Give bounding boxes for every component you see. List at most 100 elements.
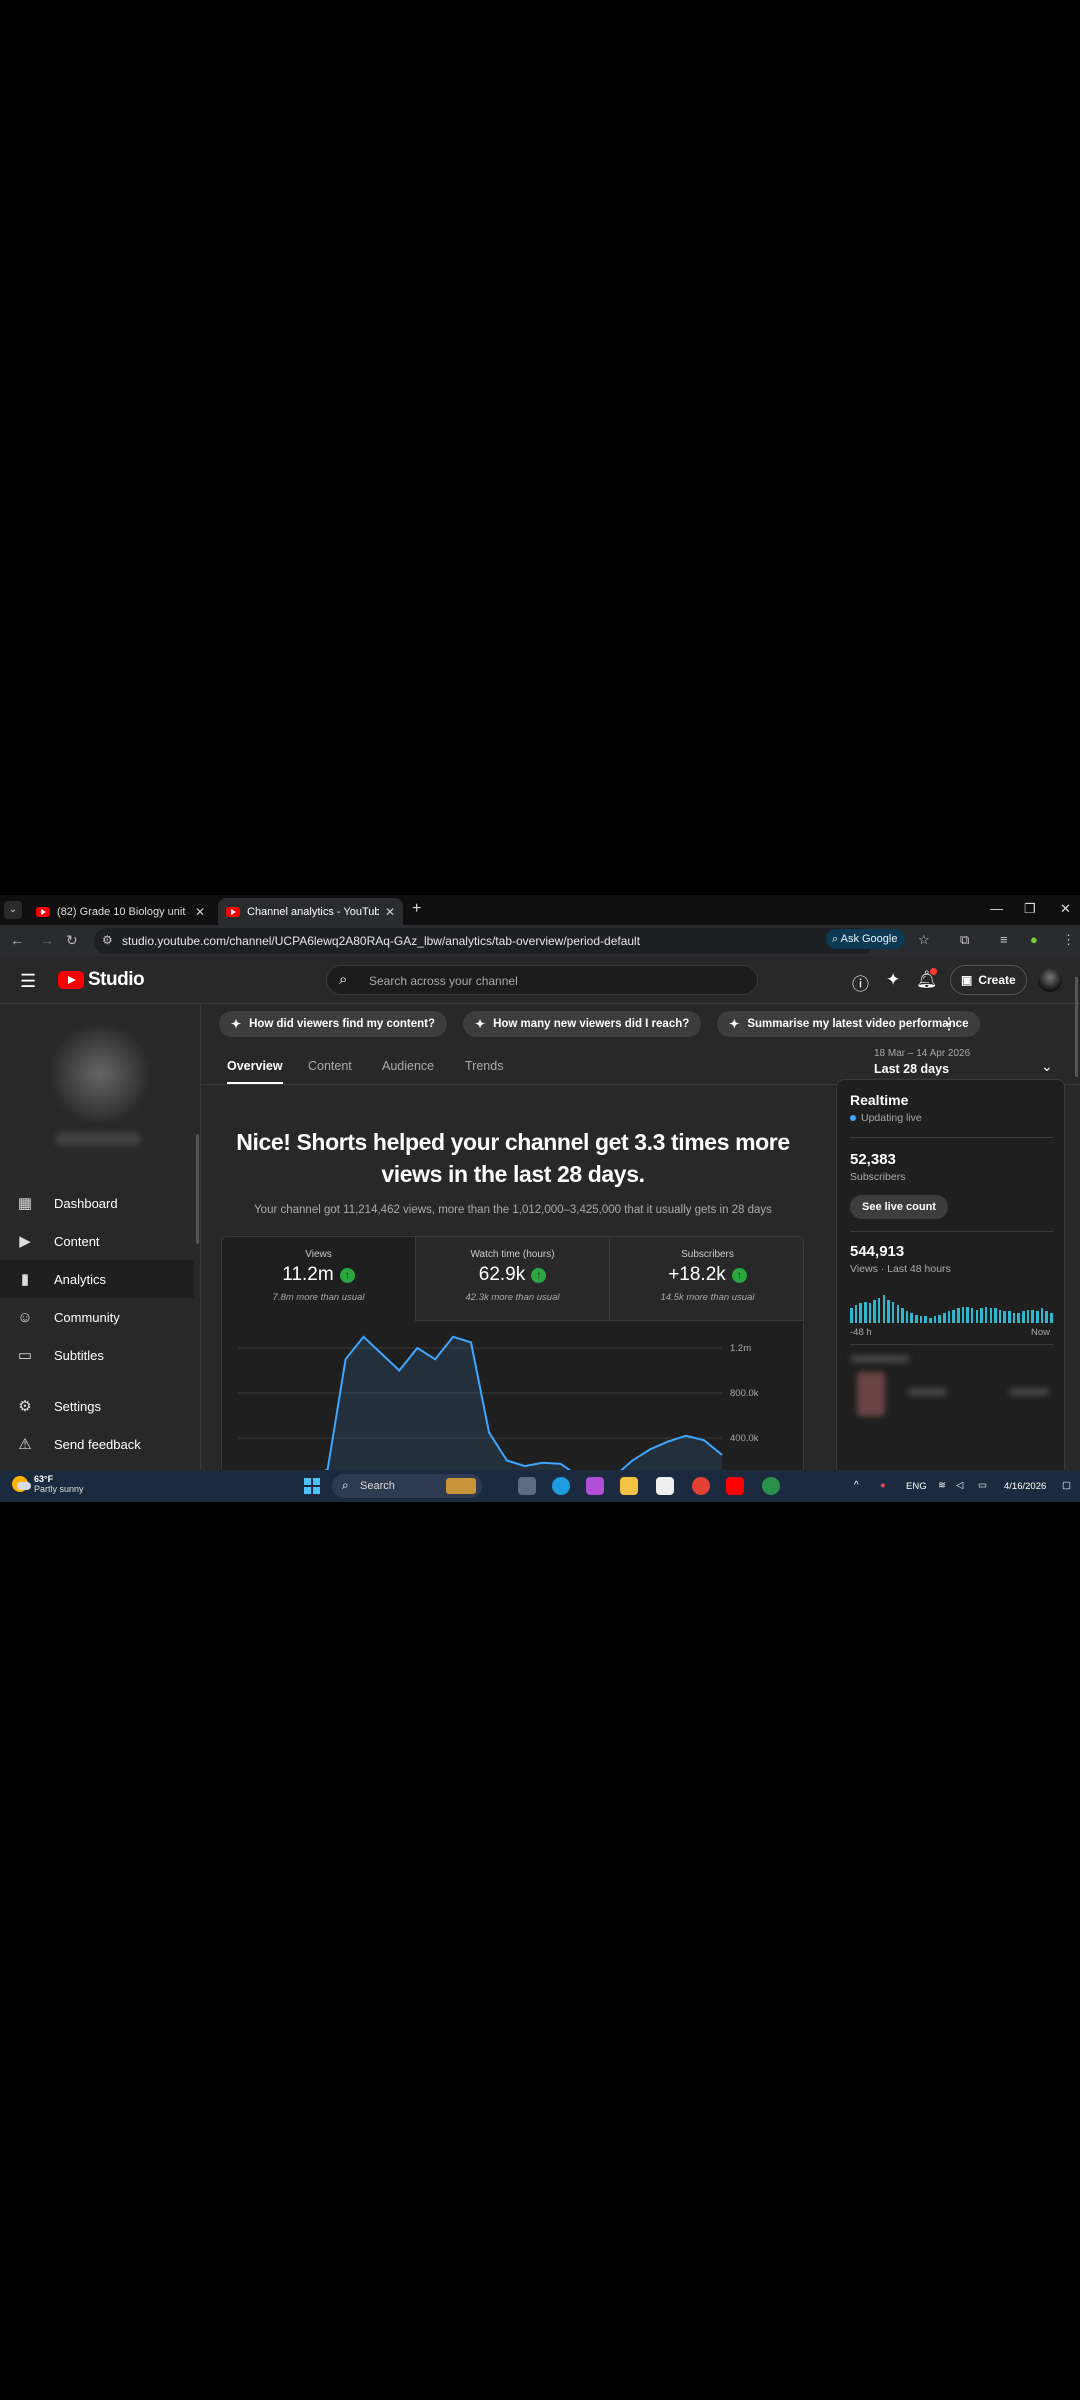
taskbar-date[interactable]: 4/16/2026 bbox=[1004, 1481, 1046, 1492]
tab-trends[interactable]: Trends bbox=[465, 1059, 503, 1082]
browser-tab-1[interactable]: (82) Grade 10 Biology unit 4, Cl ✕ bbox=[28, 898, 213, 925]
channel-avatar[interactable] bbox=[52, 1026, 148, 1122]
realtime-bar[interactable] bbox=[877, 1298, 881, 1323]
realtime-bar[interactable] bbox=[966, 1306, 969, 1323]
metric-watch-time[interactable]: Watch time (hours) 62.9k ↑ 42.3k more tha… bbox=[416, 1237, 610, 1321]
realtime-bar[interactable] bbox=[1045, 1311, 1048, 1323]
realtime-bar[interactable] bbox=[956, 1308, 960, 1323]
video-thumbnail[interactable] bbox=[857, 1372, 885, 1416]
realtime-bar[interactable] bbox=[980, 1308, 983, 1323]
bookmark-star-icon[interactable]: ☆ bbox=[918, 932, 930, 948]
taskbar-search[interactable]: ⌕ Search bbox=[332, 1474, 482, 1498]
realtime-bar[interactable] bbox=[970, 1308, 974, 1323]
minimize-icon[interactable]: — bbox=[990, 901, 1003, 916]
tab-audience[interactable]: Audience bbox=[382, 1059, 434, 1082]
windows-start-icon[interactable] bbox=[304, 1478, 320, 1494]
copilot-icon[interactable] bbox=[586, 1477, 604, 1495]
language-indicator[interactable]: ENG bbox=[906, 1481, 927, 1492]
realtime-bar[interactable] bbox=[915, 1314, 918, 1323]
realtime-bar[interactable] bbox=[1022, 1311, 1025, 1323]
realtime-bar[interactable] bbox=[1026, 1309, 1030, 1323]
browser-menu-icon[interactable]: ⋮ bbox=[1062, 932, 1075, 948]
realtime-bar[interactable] bbox=[873, 1299, 876, 1323]
notification-center-icon[interactable]: ▢ bbox=[1062, 1480, 1071, 1491]
realtime-bar[interactable] bbox=[952, 1309, 955, 1323]
forward-icon[interactable]: → bbox=[40, 932, 54, 948]
realtime-bar[interactable] bbox=[947, 1311, 951, 1323]
realtime-bar[interactable] bbox=[1031, 1309, 1034, 1323]
realtime-bar-chart[interactable] bbox=[850, 1295, 1055, 1323]
realtime-bar[interactable] bbox=[924, 1316, 927, 1323]
task-view-icon[interactable] bbox=[518, 1477, 536, 1495]
more-options-icon[interactable]: ⋮ bbox=[941, 1014, 957, 1034]
sparkle-icon[interactable]: ✦ bbox=[886, 970, 900, 990]
realtime-bar[interactable] bbox=[933, 1316, 937, 1323]
help-icon[interactable]: ⓘ bbox=[852, 970, 869, 995]
page-scrollbar[interactable] bbox=[1075, 977, 1078, 1077]
realtime-bar[interactable] bbox=[891, 1301, 895, 1323]
realtime-bar[interactable] bbox=[998, 1309, 1002, 1323]
sidebar-item-send-feedback[interactable]: ⚠ Send feedback bbox=[0, 1425, 194, 1463]
realtime-bar[interactable] bbox=[943, 1313, 946, 1323]
back-icon[interactable]: ← bbox=[10, 932, 24, 948]
realtime-bar[interactable] bbox=[994, 1308, 997, 1323]
see-live-count-button[interactable]: See live count bbox=[850, 1195, 948, 1219]
media-icon[interactable]: ≡ bbox=[1000, 932, 1008, 947]
realtime-bar[interactable] bbox=[887, 1299, 890, 1323]
realtime-bar[interactable] bbox=[854, 1304, 858, 1323]
realtime-bar[interactable] bbox=[850, 1308, 853, 1323]
chevron-down-icon[interactable]: ⌄ bbox=[1041, 1058, 1053, 1075]
tab-content[interactable]: Content bbox=[308, 1059, 352, 1082]
studio-logo[interactable]: Studio bbox=[58, 969, 145, 991]
battery-icon[interactable]: ▭ bbox=[978, 1480, 987, 1491]
tab-list-button[interactable]: ⌄ bbox=[4, 901, 22, 919]
ask-google-button[interactable]: ⌕ Ask Google bbox=[826, 929, 906, 949]
youtube-app-icon[interactable] bbox=[726, 1477, 744, 1495]
close-icon[interactable]: ✕ bbox=[385, 905, 395, 919]
realtime-bar[interactable] bbox=[868, 1303, 872, 1323]
close-window-icon[interactable]: ✕ bbox=[1060, 901, 1071, 917]
file-explorer-icon[interactable] bbox=[620, 1477, 638, 1495]
realtime-bar[interactable] bbox=[919, 1316, 923, 1323]
sidebar-item-content[interactable]: ▶ Content bbox=[0, 1222, 194, 1260]
menu-icon[interactable]: ☰ bbox=[20, 971, 36, 992]
chip-find-content[interactable]: ✦ How did viewers find my content? bbox=[219, 1011, 447, 1037]
metric-views[interactable]: Views 11.2m ↑ 7.8m more than usual bbox=[222, 1237, 416, 1321]
realtime-bar[interactable] bbox=[1049, 1313, 1053, 1323]
realtime-bar[interactable] bbox=[882, 1295, 886, 1323]
site-info-icon[interactable]: ⚙ bbox=[102, 933, 113, 947]
antivirus-icon[interactable]: ● bbox=[880, 1480, 886, 1491]
realtime-bar[interactable] bbox=[859, 1303, 862, 1323]
realtime-bar[interactable] bbox=[901, 1308, 904, 1323]
realtime-bar[interactable] bbox=[975, 1309, 979, 1323]
search-input[interactable]: ⌕ Search across your channel bbox=[326, 965, 758, 995]
realtime-bar[interactable] bbox=[938, 1314, 941, 1323]
chevron-up-icon[interactable]: ^ bbox=[854, 1480, 859, 1491]
realtime-bar[interactable] bbox=[910, 1313, 914, 1323]
sidebar-item-subtitles[interactable]: ▭ Subtitles bbox=[0, 1336, 194, 1374]
realtime-bar[interactable] bbox=[989, 1308, 993, 1323]
realtime-bar[interactable] bbox=[863, 1301, 867, 1323]
realtime-bar[interactable] bbox=[896, 1304, 900, 1323]
realtime-bar[interactable] bbox=[905, 1311, 909, 1323]
restore-icon[interactable]: ❐ bbox=[1024, 901, 1036, 917]
browser-tab-2[interactable]: Channel analytics - YouTube Stu ✕ bbox=[218, 898, 403, 925]
realtime-bar[interactable] bbox=[1003, 1311, 1007, 1323]
chip-new-viewers[interactable]: ✦ How many new viewers did I reach? bbox=[463, 1011, 702, 1037]
avatar[interactable] bbox=[1038, 968, 1062, 992]
chrome-icon[interactable] bbox=[692, 1477, 710, 1495]
realtime-bar[interactable] bbox=[1040, 1308, 1044, 1323]
tab-overview[interactable]: Overview bbox=[227, 1059, 283, 1084]
store-icon[interactable] bbox=[656, 1477, 674, 1495]
chrome-profile-icon[interactable] bbox=[762, 1477, 780, 1495]
realtime-bar[interactable] bbox=[1012, 1313, 1016, 1323]
sidebar-scrollbar[interactable] bbox=[196, 1134, 199, 1244]
extensions-icon[interactable]: ⧉ bbox=[960, 932, 969, 948]
sidebar-item-community[interactable]: ☺ Community bbox=[0, 1298, 194, 1336]
realtime-bar[interactable] bbox=[1036, 1311, 1039, 1323]
realtime-bar[interactable] bbox=[1008, 1311, 1011, 1323]
profile-icon[interactable]: ● bbox=[1030, 932, 1038, 947]
period-selector[interactable]: 18 Mar – 14 Apr 2026 Last 28 days bbox=[874, 1048, 970, 1076]
realtime-bar[interactable] bbox=[1017, 1313, 1020, 1323]
new-tab-button[interactable]: + bbox=[412, 900, 421, 918]
